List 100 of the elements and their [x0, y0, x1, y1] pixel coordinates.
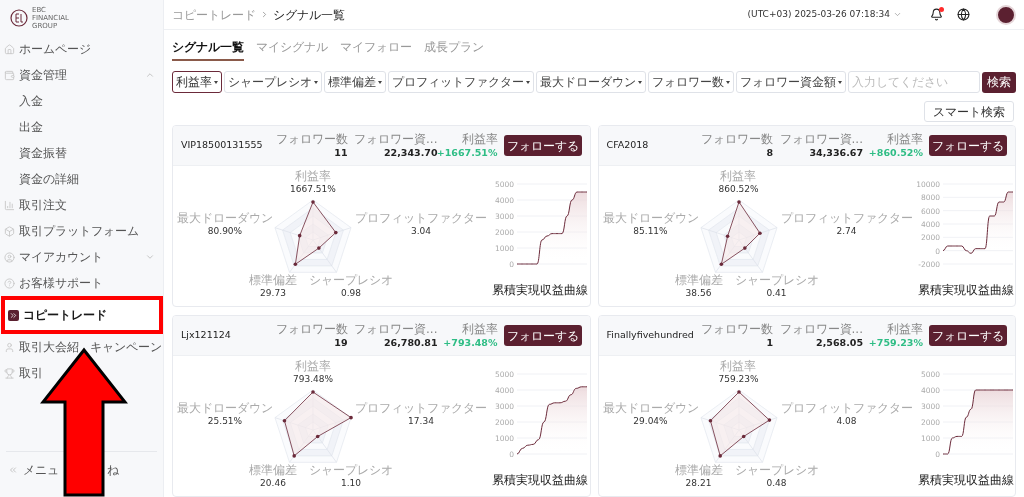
- profit-curve: [942, 389, 1013, 455]
- axis-value: 0.98: [340, 287, 361, 300]
- axis-value: 4.08: [836, 415, 857, 428]
- sidebar-item[interactable]: 入金: [0, 88, 51, 114]
- language-icon[interactable]: [957, 8, 970, 21]
- filter-dropdown[interactable]: 利益率: [172, 71, 222, 93]
- sidebar-item[interactable]: 取引プラットフォーム: [0, 218, 147, 244]
- filter-dropdown[interactable]: 最大ドローダウン: [536, 71, 646, 93]
- stat-label: フォロワー数: [275, 132, 348, 146]
- collapse-text[interactable]: ね: [107, 461, 119, 479]
- filter-dropdown[interactable]: プロフィットファクター: [388, 71, 534, 93]
- stat-value: 19: [334, 335, 348, 349]
- axis-value: 85.11%: [633, 225, 668, 238]
- stat-value: 34,336.67: [809, 145, 863, 159]
- sidebar-item[interactable]: 資金振替: [0, 140, 75, 166]
- stat-value: 22,343.70: [384, 145, 438, 159]
- chart-title: 累積実現収益曲線: [492, 472, 588, 489]
- axis-value: 29.04%: [633, 415, 668, 428]
- axis-value: 1.10: [340, 477, 361, 490]
- stat-value: +793.48%: [443, 335, 498, 349]
- sidebar-item[interactable]: ホームページ: [0, 36, 99, 62]
- stat-label: フォロワー数: [275, 322, 348, 336]
- sidebar-item[interactable]: コピートレード: [4, 300, 159, 330]
- profit-curve: [516, 386, 588, 455]
- signal-name: CFA2018: [606, 138, 650, 153]
- sidebar-item[interactable]: 資金管理: [0, 62, 163, 88]
- stat-value: 26,780.81: [384, 335, 438, 349]
- sidebar-item[interactable]: 取引注文: [0, 192, 75, 218]
- avatar[interactable]: [996, 4, 1016, 25]
- axis-label: 標準偏差: [674, 274, 723, 287]
- axis-value: 2.74: [836, 225, 857, 238]
- axis-label: シャープレシオ: [734, 464, 819, 477]
- datetime-text[interactable]: 2025-03-26 07:18:34: [794, 7, 890, 22]
- timezone-text[interactable]: (UTC+03): [747, 7, 792, 22]
- user-circle-icon: [4, 251, 15, 263]
- axis-value: 38.56: [685, 287, 712, 300]
- follow-button[interactable]: フォローする: [929, 325, 1007, 346]
- sidebar-item-text: キャンペーン: [90, 339, 162, 356]
- stat-value: +860.52%: [868, 145, 923, 159]
- notification-icon[interactable]: [930, 8, 943, 21]
- filter-dropdown[interactable]: フォロワー資金額: [736, 71, 846, 93]
- axis-label: 最大ドローダウン: [602, 212, 699, 225]
- axis-label: シャープレシオ: [309, 464, 393, 477]
- logo-icon: [10, 9, 28, 27]
- follow-button[interactable]: フォローする: [929, 135, 1007, 156]
- follow-button[interactable]: フォローする: [503, 325, 582, 346]
- signal-name: Finallyfivehundred: [606, 328, 695, 343]
- radar-point: [349, 415, 353, 420]
- sidebar-item[interactable]: お客様サポート: [0, 270, 111, 296]
- sidebar-item[interactable]: 取引大会紹 キャンペーン: [0, 334, 170, 360]
- axis-value: 20.46: [260, 477, 286, 490]
- stat-label: フォロワー資...: [354, 322, 438, 336]
- search-button[interactable]: 検索: [982, 71, 1016, 93]
- box-icon: [4, 225, 15, 237]
- filter-dropdown[interactable]: 標準偏差: [324, 71, 386, 93]
- radar-point: [311, 390, 315, 394]
- axis-value: 0.48: [766, 477, 787, 490]
- follow-button[interactable]: フォローする: [503, 135, 582, 156]
- radar-point: [741, 434, 745, 439]
- sidebar-item[interactable]: 資金の詳細: [0, 166, 87, 192]
- tab[interactable]: シグナル一覧: [172, 38, 244, 61]
- sidebar-item[interactable]: マイアカウント: [0, 244, 163, 270]
- filter-dropdown[interactable]: フォロワー数: [648, 71, 734, 93]
- axis-value: 3.04: [410, 225, 431, 238]
- axis-value: 793.48%: [293, 373, 333, 386]
- radar-point: [742, 246, 747, 250]
- radar-point: [725, 234, 729, 239]
- radar-area: [284, 391, 352, 457]
- signal-name: VIP18500131555: [181, 138, 264, 153]
- radar-point: [282, 418, 287, 423]
- axis-label: プロフィットファクター: [355, 402, 487, 415]
- chart-title: 累積実現収益曲線: [492, 282, 588, 299]
- axis-label: プロフィットファクター: [780, 402, 913, 415]
- stat-value: +759.23%: [868, 335, 923, 349]
- axis-label: 利益率: [720, 360, 757, 373]
- sidebar-item[interactable]: 出金: [0, 114, 51, 140]
- radar-point: [293, 262, 298, 267]
- stat-label: フォロワー数: [701, 132, 773, 146]
- axis-value: 25.51%: [207, 415, 243, 428]
- stat-label: 利益率: [461, 322, 498, 336]
- axis-value: 29.73: [260, 287, 286, 300]
- filter-dropdown[interactable]: シャープレシオ: [224, 71, 322, 93]
- axis-label: 最大ドローダウン: [177, 402, 273, 415]
- stat-label: 利益率: [887, 132, 923, 146]
- smart-search-button[interactable]: スマート検索: [924, 101, 1014, 122]
- stat-value: 11: [334, 145, 348, 159]
- axis-value: 759.23%: [718, 373, 759, 386]
- stat-label: フォロワー資...: [779, 322, 863, 336]
- radar-point: [334, 230, 338, 235]
- axis-label: プロフィットファクター: [355, 212, 487, 225]
- radar-area: [294, 201, 337, 265]
- stat-label: 利益率: [461, 132, 498, 146]
- axis-value: 80.90%: [207, 225, 243, 238]
- collapse-text[interactable]: メニュ: [23, 461, 59, 479]
- trophy-icon: [4, 367, 15, 379]
- radar-point: [317, 246, 321, 250]
- axis-label: 標準偏差: [249, 464, 297, 477]
- sidebar-item[interactable]: 取引: [0, 360, 51, 386]
- stat-value: +1667.51%: [436, 145, 498, 159]
- home-icon: [4, 43, 15, 55]
